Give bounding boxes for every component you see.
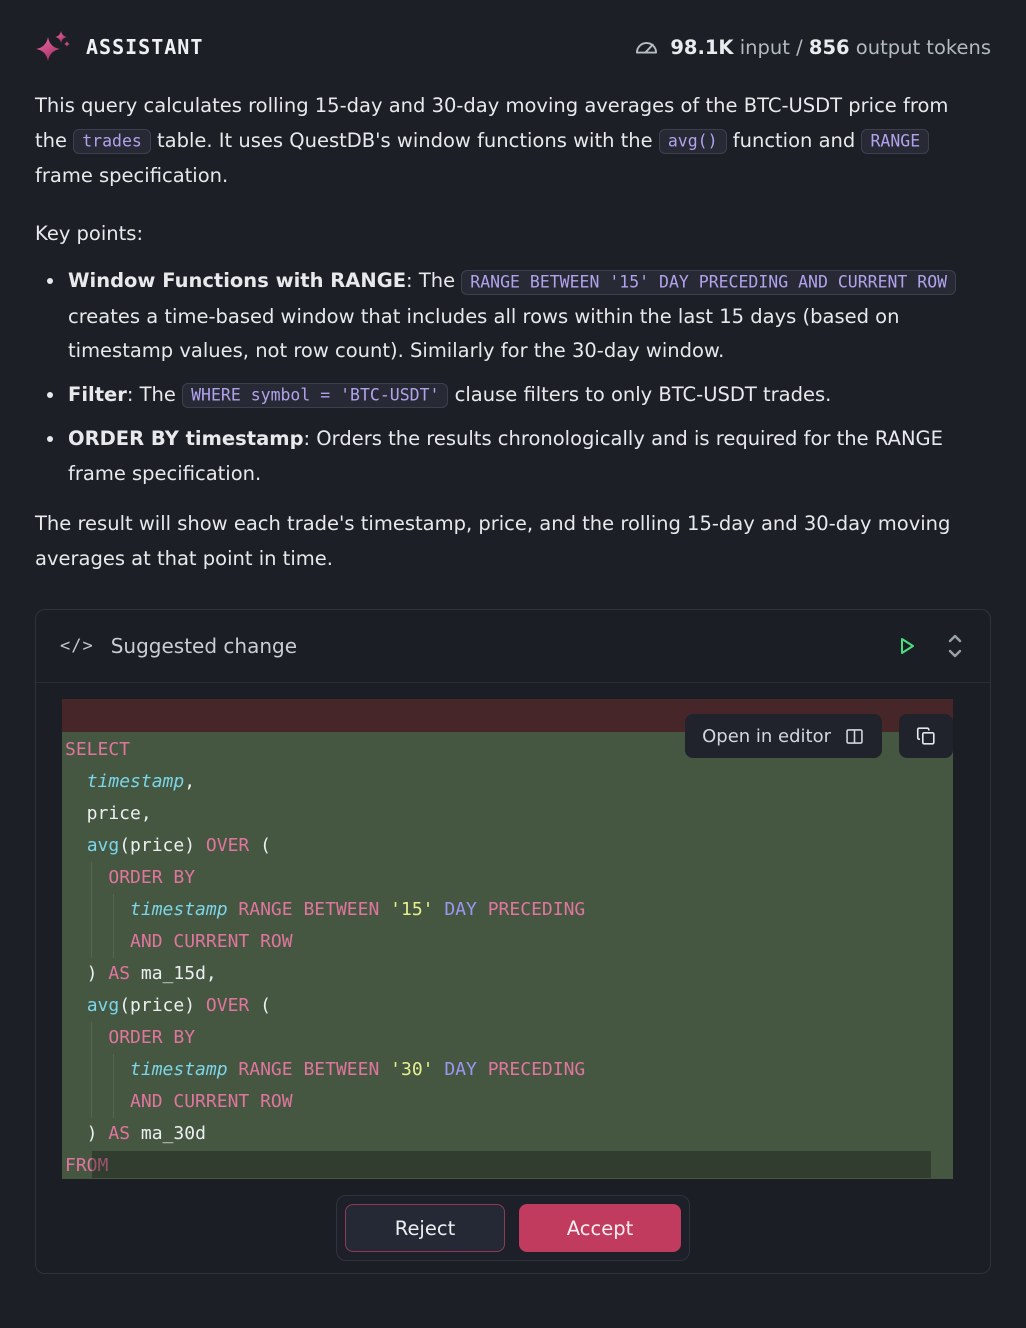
intro-paragraph: This query calculates rolling 15-day and… <box>35 89 985 194</box>
code-brackets-icon: </> <box>60 636 94 656</box>
plain-text: : The <box>406 269 461 292</box>
inline-code-chip: WHERE symbol = 'BTC-USDT' <box>182 383 448 408</box>
code-line: ORDER BY <box>62 1022 953 1054</box>
code-line: timestamp RANGE BETWEEN '15' DAY PRECEDI… <box>62 894 953 926</box>
plain-text: table. It uses QuestDB's window function… <box>151 129 659 152</box>
inline-code-chip: avg() <box>659 129 727 154</box>
inline-code-chip: RANGE <box>861 129 929 154</box>
list-item: Filter: The WHERE symbol = 'BTC-USDT' cl… <box>66 378 975 414</box>
token-usage-text: 98.1K input / 856 output tokens <box>670 36 991 59</box>
split-pane-icon <box>844 726 865 747</box>
open-in-editor-button[interactable]: Open in editor <box>685 714 882 758</box>
code-line: ) AS ma_15d, <box>62 958 953 990</box>
card-header: </> Suggested change <box>36 610 990 683</box>
assistant-message: ASSISTANT 98.1K input / 856 output token… <box>0 0 1026 1328</box>
key-points-list: Window Functions with RANGE: The RANGE B… <box>35 264 975 491</box>
token-usage: 98.1K input / 856 output tokens <box>633 34 991 61</box>
list-item: Window Functions with RANGE: The RANGE B… <box>66 264 975 369</box>
decision-row: Reject Accept <box>36 1195 990 1261</box>
bold-text: Window Functions with RANGE <box>68 269 406 292</box>
reject-button[interactable]: Reject <box>345 1204 505 1252</box>
code-line: ) AS ma_30d <box>62 1118 953 1150</box>
code-line: timestamp RANGE BETWEEN '30' DAY PRECEDI… <box>62 1054 953 1086</box>
plain-text: creates a time-based window that include… <box>68 305 899 363</box>
key-points-heading: Key points: <box>35 217 985 252</box>
sparkle-icon <box>35 29 71 65</box>
code-line: price, <box>62 798 953 830</box>
card-title: Suggested change <box>111 634 297 658</box>
horizontal-scrollbar[interactable] <box>92 1151 931 1178</box>
accept-button[interactable]: Accept <box>519 1204 681 1252</box>
collapse-expand-control[interactable] <box>944 632 966 660</box>
copy-code-button[interactable] <box>899 714 953 758</box>
bold-text: ORDER BY timestamp <box>68 427 304 450</box>
code-line: avg(price) OVER ( <box>62 830 953 862</box>
closing-paragraph: The result will show each trade's timest… <box>35 507 985 576</box>
bold-text: Filter <box>68 383 127 406</box>
inline-code-chip: RANGE BETWEEN '15' DAY PRECEDING AND CUR… <box>461 270 956 295</box>
code-line: timestamp, <box>62 766 953 798</box>
plain-text: clause filters to only BTC-USDT trades. <box>448 383 831 406</box>
plain-text: function and <box>727 129 862 152</box>
code-line: avg(price) OVER ( <box>62 990 953 1022</box>
role-label: ASSISTANT <box>86 35 203 59</box>
sql-code: SELECT timestamp, price, avg(price) OVER… <box>62 734 953 1179</box>
gauge-icon <box>633 34 660 61</box>
plain-text: The result will show each trade's timest… <box>35 512 950 570</box>
code-line: AND CURRENT ROW <box>62 1086 953 1118</box>
decision-button-group: Reject Accept <box>336 1195 690 1261</box>
code-diff-block[interactable]: SELECT timestamp, price, avg(price) OVER… <box>62 699 953 1179</box>
code-line: ORDER BY <box>62 862 953 894</box>
open-in-editor-label: Open in editor <box>702 726 831 747</box>
plain-text: frame specification. <box>35 164 228 187</box>
code-line: AND CURRENT ROW <box>62 926 953 958</box>
run-query-button[interactable] <box>894 634 918 658</box>
plain-text: : The <box>127 383 182 406</box>
message-header: ASSISTANT 98.1K input / 856 output token… <box>35 28 991 66</box>
list-item: ORDER BY timestamp: Orders the results c… <box>66 422 975 491</box>
suggested-change-card: </> Suggested change <box>35 609 991 1274</box>
inline-code-chip: trades <box>73 129 151 154</box>
